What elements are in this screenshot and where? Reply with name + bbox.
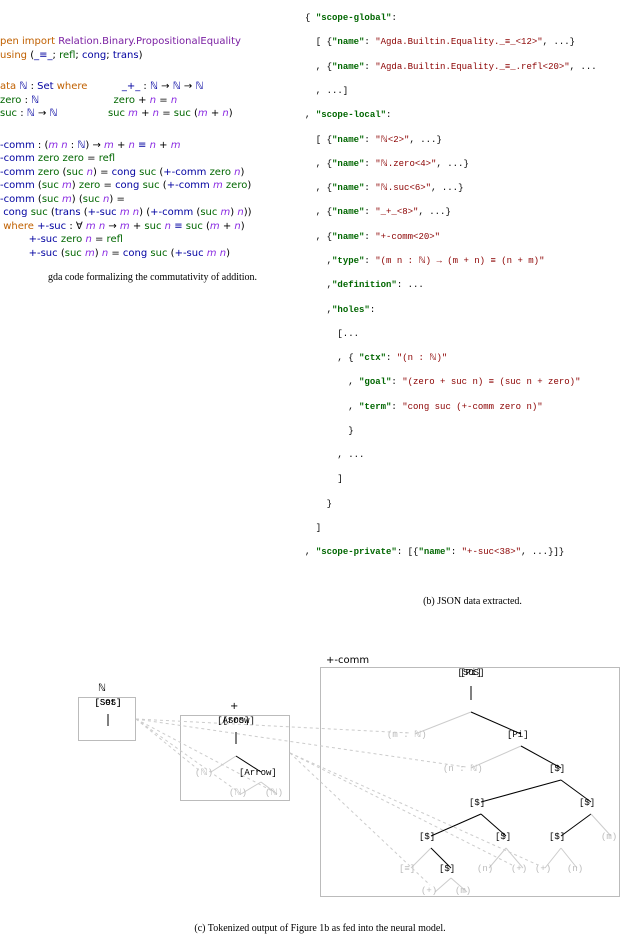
tree-figure: ℕ + +-comm [SOS] [Set] [SOS] [Arrow] (ℕ)… — [0, 633, 640, 933]
con-zero: zero — [0, 95, 21, 106]
json-line: ] — [305, 473, 640, 485]
node-n: (n) — [477, 864, 493, 874]
json-line: , "scope-local": — [305, 109, 640, 121]
json-line: } — [305, 425, 640, 437]
json-line: , ...] — [305, 85, 640, 97]
node-m: (m) — [455, 886, 471, 896]
module-name: Relation.Binary.PropositionalEquality — [58, 36, 241, 47]
agda-panel: pen import Relation.Binary.Propositional… — [0, 0, 305, 633]
json-line: , {"name": "Agda.Builtin.Equality._≡_.re… — [305, 61, 640, 73]
tree-title-plus: + — [230, 701, 238, 712]
node-plus: (+) — [511, 864, 527, 874]
tree-box-nat: [SOS] [Set] — [78, 697, 136, 741]
con-suc: suc — [0, 108, 17, 119]
type-set: Set — [37, 81, 53, 92]
node-nat-faded: (ℕ) — [265, 788, 283, 798]
json-line: [ {"name": "Agda.Builtin.Equality._≡_<12… — [305, 36, 640, 48]
json-line: , {"name": "+-comm<20>" — [305, 231, 640, 243]
json-line: ] — [305, 522, 640, 534]
node-pi2: [Pi] — [507, 730, 529, 740]
node-dollar: [$] — [579, 798, 595, 808]
json-line: , "scope-private": [{"name": "+-suc<38>"… — [305, 546, 640, 558]
json-line: [... — [305, 328, 640, 340]
node-nat-faded: (ℕ) — [195, 768, 213, 778]
tree-title-comm: +-comm — [326, 655, 369, 666]
type-nat: ℕ — [19, 81, 27, 92]
node-nN: (n : ℕ) — [443, 764, 483, 774]
node-plus: (+) — [535, 864, 551, 874]
json-line: { "scope-global": — [305, 12, 640, 24]
node-eq: [≡] — [399, 864, 415, 874]
agda-code: pen import Relation.Binary.Propositional… — [0, 35, 305, 260]
node-pi: [Pi] — [321, 668, 621, 678]
caption-c: (c) Tokenized output of Figure 1b as fed… — [0, 923, 640, 934]
json-line: ,"type": "(m n : ℕ) → (m + n) ≡ (n + m)" — [305, 255, 640, 267]
kw-data: ata — [0, 81, 16, 92]
tree-title-nat: ℕ — [98, 683, 106, 694]
node-dollar: [$] — [419, 832, 435, 842]
json-line: , "goal": "(zero + suc n) ≡ (suc n + zer… — [305, 376, 640, 388]
node-dollar: [$] — [469, 798, 485, 808]
kw-open-import: pen import — [0, 36, 55, 47]
json-line: , { "ctx": "(n : ℕ)" — [305, 352, 640, 364]
node-dollar: [$] — [439, 864, 455, 874]
tree-box-comm: [SOS] [Pi] (m : ℕ) [Pi] (n : ℕ) [$] [$] … — [320, 667, 620, 897]
json-line: , {"name": "_+_<8>", ...} — [305, 206, 640, 218]
node-mN: (m : ℕ) — [387, 730, 427, 740]
node-n: (n) — [567, 864, 583, 874]
node-arrow2: [Arrow] — [239, 768, 277, 778]
top-row: pen import Relation.Binary.Propositional… — [0, 0, 640, 633]
json-line: , {"name": "ℕ.zero<4>", ...} — [305, 158, 640, 170]
caption-b: (b) JSON data extracted. — [305, 595, 640, 609]
node-dollar: [$] — [549, 764, 565, 774]
node-arrow: [Arrow] — [181, 716, 291, 726]
json-line: , {"name": "ℕ.suc<6>", ...} — [305, 182, 640, 194]
json-line: ,"holes": — [305, 304, 640, 316]
json-panel: { "scope-global": [ {"name": "Agda.Built… — [305, 0, 640, 633]
json-line: , ... — [305, 449, 640, 461]
node-set: [Set] — [79, 698, 137, 708]
json-line: ,"definition": ... — [305, 279, 640, 291]
node-m: (m) — [601, 832, 617, 842]
json-line: , "term": "cong suc (+-comm zero n)" — [305, 401, 640, 413]
json-line: } — [305, 498, 640, 510]
json-line: [ {"name": "ℕ<2>", ...} — [305, 134, 640, 146]
tree-box-plus: [SOS] [Arrow] (ℕ) [Arrow] (ℕ) (ℕ) — [180, 715, 290, 801]
node-nat-faded: (ℕ) — [229, 788, 247, 798]
kw-using: using — [0, 50, 27, 61]
node-plus: (+) — [421, 886, 437, 896]
caption-a: gda code formalizing the commutativity o… — [0, 272, 305, 283]
node-dollar: [$] — [549, 832, 565, 842]
node-dollar: [$] — [495, 832, 511, 842]
